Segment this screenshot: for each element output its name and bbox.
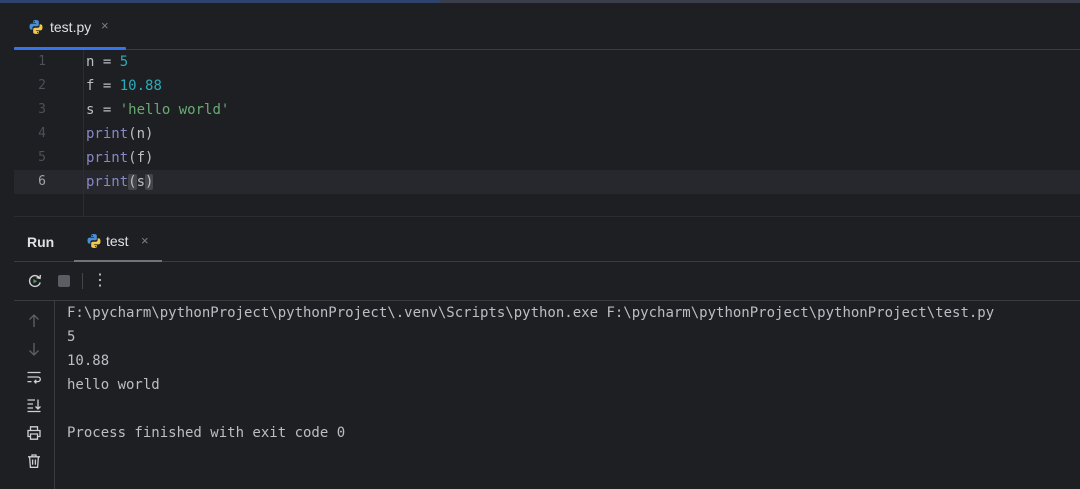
- ide-window: test.py × 1 2 3 4 5 6 n = 5 f = 10.88 s …: [0, 0, 1080, 489]
- paren-close: ): [145, 126, 154, 142]
- rerun-icon[interactable]: [27, 273, 43, 289]
- close-tab-icon[interactable]: ×: [101, 18, 109, 34]
- paren-close-matched: ): [145, 174, 154, 190]
- code-line-current: print(s): [86, 170, 154, 194]
- console-command-line: F:\pycharm\pythonProject\pythonProject\.…: [67, 305, 995, 321]
- run-title: Run: [27, 234, 55, 250]
- run-tab-label: test: [106, 233, 129, 249]
- operator: =: [94, 78, 120, 94]
- scroll-to-end-icon[interactable]: [26, 397, 42, 413]
- code-line: print(n): [86, 122, 153, 146]
- code-editor[interactable]: 1 2 3 4 5 6 n = 5 f = 10.88 s = 'hello w…: [14, 50, 1080, 216]
- print-icon[interactable]: [26, 425, 42, 441]
- string-literal: 'hello world': [119, 102, 230, 118]
- console-output-line: 10.88: [67, 353, 110, 369]
- tab-label: test.py: [50, 19, 92, 35]
- code-line: n = 5: [86, 50, 128, 74]
- python-logo-icon: [87, 234, 101, 248]
- toolbar-separator: [82, 273, 83, 289]
- number-literal: 5: [119, 54, 129, 70]
- line-number: 3: [38, 102, 46, 117]
- paren-open: (: [128, 150, 137, 166]
- stop-icon[interactable]: [56, 273, 72, 289]
- tab-test-py[interactable]: test.py ×: [14, 3, 126, 50]
- argument: f: [136, 150, 146, 166]
- line-number: 1: [38, 54, 46, 69]
- console-output-line: 5: [67, 329, 76, 345]
- gutter-divider: [83, 50, 84, 216]
- number-literal: 10.88: [119, 78, 162, 94]
- trash-icon[interactable]: [26, 453, 42, 469]
- builtin-function: print: [86, 150, 129, 166]
- console-side-toolbar: [14, 301, 55, 489]
- editor-tab-bar: test.py ×: [14, 3, 1080, 50]
- code-line: print(f): [86, 146, 153, 170]
- code-line: s = 'hello world': [86, 98, 229, 122]
- python-logo-icon: [29, 20, 43, 34]
- paren-open-matched: (: [128, 174, 137, 190]
- run-toolbar: ⋮: [14, 262, 1080, 301]
- tab-run-test[interactable]: test ×: [74, 217, 162, 262]
- arrow-up-icon[interactable]: [26, 313, 42, 329]
- line-number: 4: [38, 126, 46, 141]
- console-output[interactable]: F:\pycharm\pythonProject\pythonProject\.…: [67, 301, 1067, 489]
- builtin-function: print: [86, 174, 129, 190]
- line-number: 5: [38, 150, 46, 165]
- paren-open: (: [128, 126, 137, 142]
- close-run-tab-icon[interactable]: ×: [141, 233, 149, 249]
- line-number-gutter: 1 2 3 4 5 6: [14, 50, 84, 216]
- line-number: 2: [38, 78, 46, 93]
- operator: =: [94, 102, 120, 118]
- console-output-line: hello world: [67, 377, 160, 393]
- run-header: Run test ×: [14, 217, 1080, 262]
- argument: n: [136, 126, 146, 142]
- code-line: f = 10.88: [86, 74, 162, 98]
- run-tool-window: Run test × ⋮ F:\pycharm\pythonProject\py…: [14, 216, 1080, 489]
- line-number-current: 6: [38, 174, 46, 189]
- console-exit-message: Process finished with exit code 0: [67, 425, 346, 441]
- builtin-function: print: [86, 126, 129, 142]
- paren-close: ): [145, 150, 154, 166]
- soft-wrap-icon[interactable]: [26, 369, 42, 385]
- arrow-down-icon[interactable]: [26, 341, 42, 357]
- argument: s: [136, 174, 146, 190]
- operator: =: [94, 54, 120, 70]
- more-vertical-icon[interactable]: ⋮: [92, 271, 108, 291]
- current-line-highlight: [14, 170, 1080, 194]
